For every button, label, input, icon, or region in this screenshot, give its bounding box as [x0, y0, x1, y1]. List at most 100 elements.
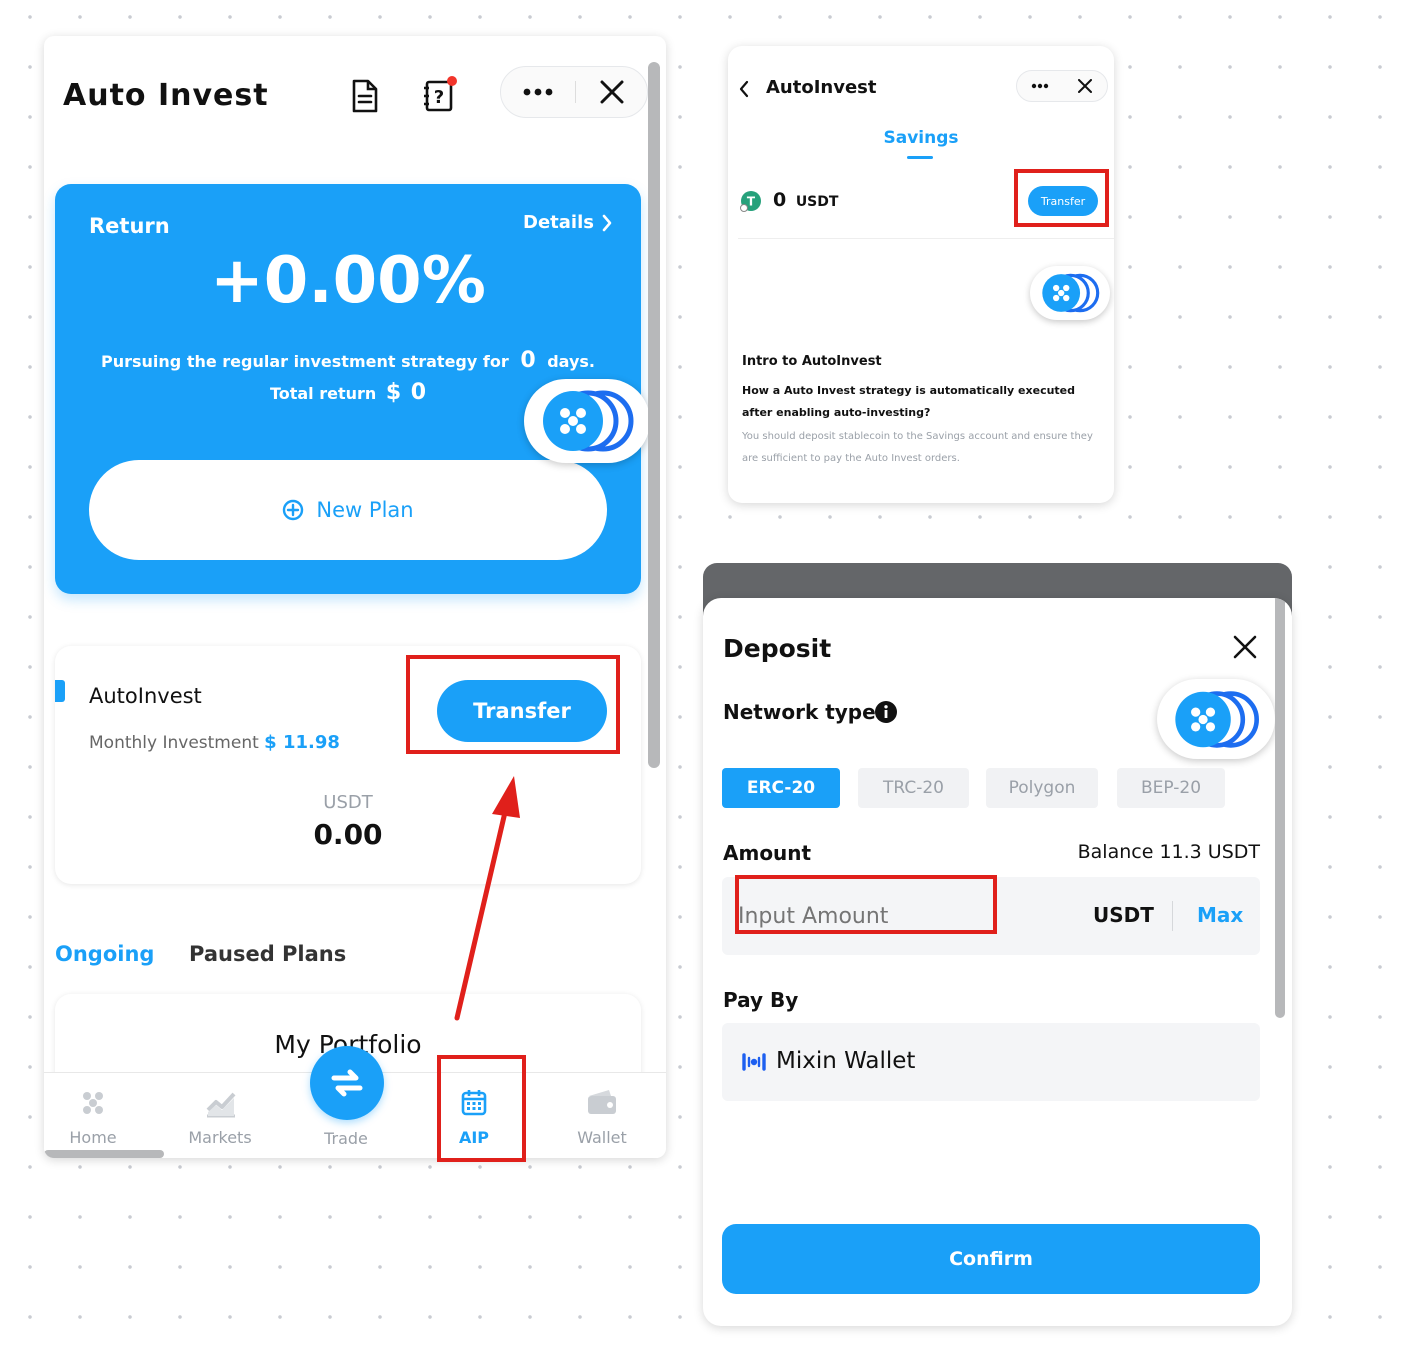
- network-option-trc20[interactable]: TRC-20: [858, 768, 969, 808]
- wallet-icon: [586, 1088, 618, 1116]
- network-option-label: Polygon: [1008, 778, 1076, 798]
- nav-markets[interactable]: Markets: [170, 1082, 270, 1152]
- home-icon: [80, 1090, 106, 1116]
- pay-by-option[interactable]: Mixin Wallet: [722, 1023, 1260, 1101]
- nav-aip[interactable]: AIP: [424, 1082, 524, 1152]
- back-icon[interactable]: [738, 80, 750, 98]
- strategy-text: Pursuing the regular investment strategy…: [55, 348, 641, 373]
- confirm-label: Confirm: [949, 1248, 1033, 1270]
- nav-home-label: Home: [69, 1128, 117, 1147]
- details-label: Details: [523, 212, 594, 233]
- svg-text:T: T: [747, 195, 756, 209]
- vertical-scrollbar[interactable]: [1275, 598, 1285, 1018]
- intro-answer: You should deposit stablecoin to the Sav…: [742, 431, 1093, 464]
- plus-circle-icon: [282, 499, 304, 521]
- page-title: Auto Invest: [63, 78, 269, 113]
- max-button[interactable]: Max: [1197, 903, 1243, 927]
- strategy-days-value: 0: [520, 348, 536, 373]
- document-icon[interactable]: [350, 78, 380, 114]
- network-option-label: ERC-20: [746, 778, 816, 798]
- total-return-currency: $: [385, 380, 402, 405]
- network-option-bep20[interactable]: BEP-20: [1117, 768, 1225, 808]
- floating-app-icon[interactable]: [1157, 679, 1275, 759]
- transfer-label: Transfer: [473, 699, 571, 723]
- monthly-investment: Monthly Investment $ 11.98: [89, 732, 340, 753]
- close-icon[interactable]: [1233, 635, 1257, 659]
- network-option-label: TRC-20: [883, 778, 944, 798]
- amount-unit: USDT: [1093, 903, 1154, 927]
- vertical-scrollbar[interactable]: [648, 62, 660, 768]
- deposit-title: Deposit: [723, 634, 832, 663]
- savings-balance-value: 0: [773, 189, 787, 211]
- return-percent: +0.00%: [210, 244, 486, 318]
- balance-text: Balance 11.3 USDT: [1077, 841, 1260, 863]
- mixin-wallet-icon: [742, 1053, 766, 1071]
- close-icon[interactable]: [1063, 71, 1107, 101]
- network-option-erc20[interactable]: ERC-20: [722, 768, 840, 808]
- network-type-label: Network type: [723, 700, 876, 724]
- window-controls: [500, 66, 648, 118]
- nav-trade[interactable]: Trade: [296, 1046, 396, 1156]
- tab-savings[interactable]: Savings: [728, 128, 1114, 148]
- auto-invest-screen: Auto Invest ? Return Details +0.00% Purs…: [44, 36, 666, 1158]
- monthly-investment-value: $ 11.98: [264, 732, 340, 753]
- nav-trade-label: Trade: [324, 1129, 368, 1148]
- strategy-prefix: Pursuing the regular investment strategy…: [101, 352, 509, 371]
- floating-app-icon[interactable]: [1030, 266, 1110, 320]
- details-link[interactable]: Details: [523, 212, 612, 233]
- confirm-button[interactable]: Confirm: [722, 1224, 1260, 1294]
- help-icon[interactable]: ?: [422, 76, 458, 114]
- new-plan-button[interactable]: New Plan: [89, 460, 607, 560]
- intro-question: How a Auto Invest strategy is automatica…: [742, 384, 1076, 419]
- nav-aip-label: AIP: [458, 1128, 490, 1147]
- info-icon[interactable]: [875, 701, 897, 723]
- screen-title: AutoInvest: [766, 77, 877, 98]
- usdt-token-icon: T: [740, 190, 762, 212]
- monthly-investment-label: Monthly Investment: [89, 733, 259, 753]
- tab-ongoing[interactable]: Ongoing: [55, 942, 154, 966]
- amount-input[interactable]: [738, 895, 998, 937]
- nav-home[interactable]: Home: [44, 1082, 142, 1152]
- deposit-sheet: Deposit Network type ERC-20 TRC-20 Polyg…: [703, 598, 1292, 1326]
- tab-paused-plans[interactable]: Paused Plans: [189, 942, 346, 966]
- pay-by-label: Pay By: [723, 988, 799, 1012]
- strategy-days-suffix: days.: [547, 352, 595, 371]
- transfer-button[interactable]: Transfer: [437, 680, 607, 742]
- amount-label: Amount: [723, 841, 812, 865]
- currency-label: USDT: [323, 792, 373, 813]
- horizontal-scrollbar[interactable]: [44, 1150, 164, 1158]
- chevron-right-icon: [602, 214, 612, 232]
- amount-field: USDT Max: [722, 877, 1260, 955]
- transfer-label: Transfer: [1040, 194, 1086, 208]
- mixin-wallet-label: Mixin Wallet: [776, 1048, 916, 1074]
- svg-text:?: ?: [434, 87, 444, 108]
- trade-icon: [310, 1046, 384, 1120]
- new-plan-label: New Plan: [316, 498, 414, 522]
- total-return-value: 0: [410, 380, 427, 405]
- card-accent-bar: [55, 680, 65, 702]
- network-option-polygon[interactable]: Polygon: [986, 768, 1098, 808]
- autoinvest-savings-screen: AutoInvest Savings T 0 USDT Transfer Int…: [728, 46, 1114, 503]
- nav-wallet-label: Wallet: [577, 1128, 627, 1147]
- total-return-label: Total return: [269, 384, 377, 403]
- calendar-icon: [461, 1088, 487, 1116]
- floating-app-icon[interactable]: [524, 379, 650, 463]
- unit-divider: [1172, 901, 1173, 931]
- autoinvest-name: AutoInvest: [89, 684, 202, 708]
- nav-markets-label: Markets: [188, 1128, 252, 1147]
- network-option-label: BEP-20: [1140, 778, 1202, 798]
- intro-title: Intro to AutoInvest: [742, 354, 882, 369]
- more-icon[interactable]: [501, 67, 575, 117]
- nav-wallet[interactable]: Wallet: [552, 1082, 652, 1152]
- markets-icon: [205, 1090, 237, 1118]
- annotation-arrow: [430, 770, 540, 1030]
- savings-balance: 0 USDT: [773, 189, 838, 211]
- transfer-button[interactable]: Transfer: [1028, 186, 1098, 216]
- more-icon[interactable]: [1017, 71, 1063, 101]
- divider: [738, 238, 1114, 239]
- savings-balance-unit: USDT: [795, 194, 839, 210]
- return-label: Return: [89, 214, 170, 238]
- close-icon[interactable]: [576, 67, 648, 117]
- amount-value: 0.00: [313, 818, 383, 851]
- tab-underline: [907, 156, 933, 159]
